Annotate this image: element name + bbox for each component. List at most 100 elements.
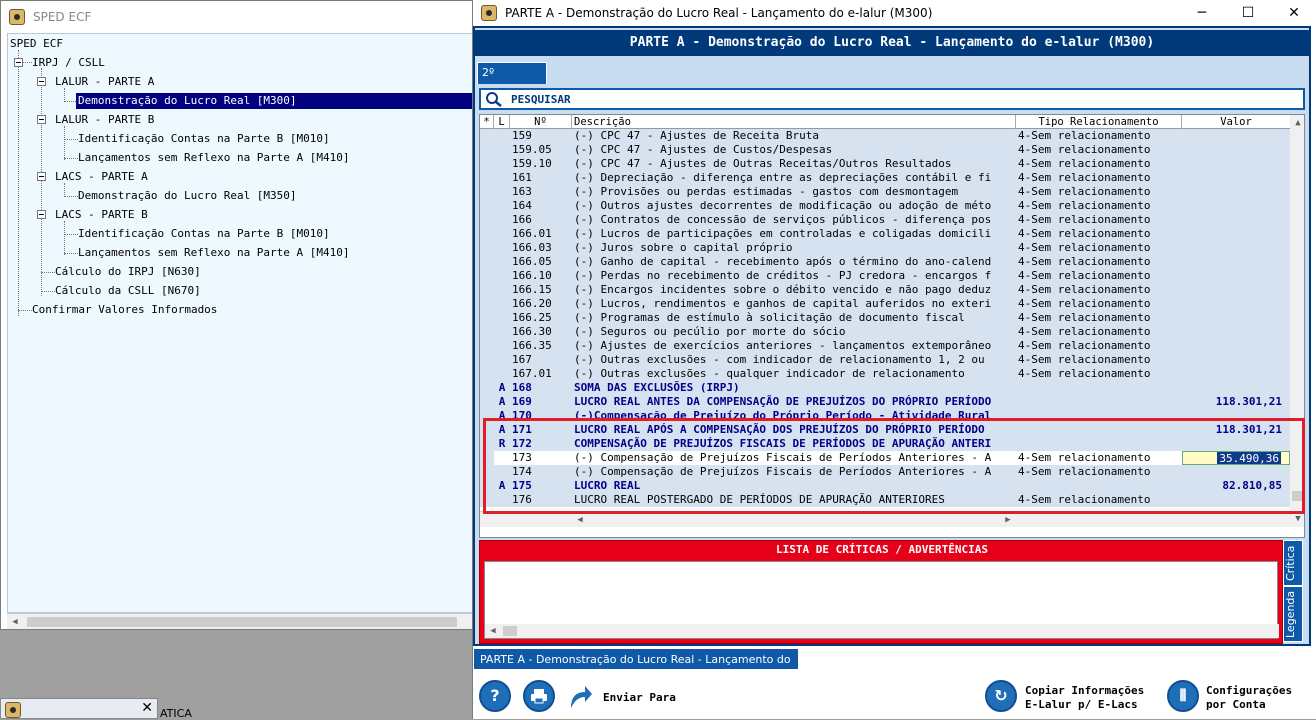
- cell-valor[interactable]: 118.301,21: [1182, 395, 1290, 409]
- tree-item-m010-lacs[interactable]: Identificação Contas na Parte B [M010]: [76, 226, 332, 242]
- row-indicator[interactable]: [480, 241, 494, 255]
- table-row[interactable]: 161 (-) Depreciação - diferença entre as …: [480, 171, 1290, 185]
- cell-valor[interactable]: [1182, 283, 1290, 297]
- table-row[interactable]: 163 (-) Provisões ou perdas estimadas - g…: [480, 185, 1290, 199]
- row-indicator[interactable]: [480, 199, 494, 213]
- table-row[interactable]: 166.10 (-) Perdas no recebimento de crédi…: [480, 269, 1290, 283]
- cell-valor[interactable]: [1182, 339, 1290, 353]
- row-indicator[interactable]: [480, 409, 494, 423]
- cell-valor[interactable]: [1182, 381, 1290, 395]
- row-indicator[interactable]: [480, 325, 494, 339]
- tree-item-m300[interactable]: Demonstração do Lucro Real [M300]: [76, 93, 472, 109]
- grid-vertical-scrollbar[interactable]: ▲ ▼: [1290, 115, 1304, 527]
- valor-input[interactable]: 35.490,36: [1217, 452, 1281, 464]
- table-row[interactable]: A 170 (-)Compensação de Prejuízo do Própri…: [480, 409, 1290, 423]
- cell-valor[interactable]: [1182, 297, 1290, 311]
- row-indicator[interactable]: [480, 479, 494, 493]
- column-header-tipo[interactable]: Tipo Relacionamento: [1016, 115, 1182, 129]
- row-indicator[interactable]: [480, 353, 494, 367]
- tree-item-lalur-parte-a[interactable]: LALUR - PARTE A: [53, 74, 156, 90]
- copiar-informacoes-label[interactable]: Copiar Informações E-Lalur p/ E-Lacs: [1025, 684, 1144, 712]
- table-row[interactable]: A 175 LUCRO REAL 82.810,85: [480, 479, 1290, 493]
- tree-item-n670[interactable]: Cálculo da CSLL [N670]: [53, 283, 203, 299]
- maximize-icon[interactable]: ☐: [1225, 0, 1271, 26]
- row-indicator[interactable]: [480, 311, 494, 325]
- help-icon[interactable]: ?: [479, 680, 511, 712]
- row-indicator[interactable]: [480, 381, 494, 395]
- table-row[interactable]: 166.05 (-) Ganho de capital - recebimento…: [480, 255, 1290, 269]
- settings-icon[interactable]: ⫴: [1167, 680, 1199, 712]
- row-indicator[interactable]: [480, 129, 494, 143]
- cell-valor[interactable]: [1182, 129, 1290, 143]
- table-row[interactable]: 167.01 (-) Outras exclusões - qualquer in…: [480, 367, 1290, 381]
- row-indicator[interactable]: [480, 269, 494, 283]
- row-indicator[interactable]: [480, 339, 494, 353]
- scroll-thumb[interactable]: [1292, 491, 1302, 501]
- cell-valor[interactable]: [1182, 353, 1290, 367]
- cell-valor[interactable]: [1182, 255, 1290, 269]
- scroll-left-icon[interactable]: ◀: [572, 512, 588, 528]
- table-row[interactable]: 166.25 (-) Programas de estímulo à solici…: [480, 311, 1290, 325]
- tree-item-lacs-parte-a[interactable]: LACS - PARTE A: [53, 169, 150, 185]
- scroll-thumb[interactable]: [503, 626, 517, 636]
- scroll-up-icon[interactable]: ▲: [1290, 115, 1304, 131]
- table-row[interactable]: 166.03 (-) Juros sobre o capital próprio 4…: [480, 241, 1290, 255]
- table-row[interactable]: 159.05 (-) CPC 47 - Ajustes de Custos/Des…: [480, 143, 1290, 157]
- tree-item-sped-ecf[interactable]: SPED ECF: [8, 36, 65, 52]
- tree-item-m350[interactable]: Demonstração do Lucro Real [M350]: [76, 188, 299, 204]
- scroll-left-icon[interactable]: ◀: [7, 614, 23, 630]
- table-row[interactable]: 164 (-) Outros ajustes decorrentes de mod…: [480, 199, 1290, 213]
- table-row[interactable]: 166.35 (-) Ajustes de exercícios anterior…: [480, 339, 1290, 353]
- table-row[interactable]: 173 (-) Compensação de Prejuízos Fiscais …: [480, 451, 1290, 465]
- cell-valor[interactable]: [1182, 199, 1290, 213]
- cell-valor[interactable]: [1182, 325, 1290, 339]
- tree-item-n630[interactable]: Cálculo do IRPJ [N630]: [53, 264, 203, 280]
- close-icon[interactable]: ✕: [1271, 0, 1316, 26]
- row-indicator[interactable]: [480, 227, 494, 241]
- row-indicator[interactable]: [480, 423, 494, 437]
- grid-horizontal-scrollbar[interactable]: ◀ ▶: [480, 511, 1290, 527]
- cell-valor[interactable]: [1182, 157, 1290, 171]
- column-header-descricao[interactable]: Descrição: [572, 115, 1016, 129]
- cell-valor[interactable]: [1182, 213, 1290, 227]
- row-indicator[interactable]: [480, 395, 494, 409]
- cell-valor[interactable]: [1182, 367, 1290, 381]
- tree-item-m010-lalur[interactable]: Identificação Contas na Parte B [M010]: [76, 131, 332, 147]
- row-indicator[interactable]: [480, 143, 494, 157]
- row-indicator[interactable]: [480, 171, 494, 185]
- tree-item-irpj-csll[interactable]: IRPJ / CSLL: [30, 55, 107, 71]
- scroll-left-icon[interactable]: ◀: [485, 623, 501, 639]
- column-header-star[interactable]: *: [480, 115, 494, 129]
- table-row[interactable]: 167 (-) Outras exclusões - com indicador …: [480, 353, 1290, 367]
- tab-legenda[interactable]: Legenda: [1283, 586, 1303, 642]
- tree-collapse-icon[interactable]: [37, 77, 46, 86]
- cell-valor[interactable]: [1182, 437, 1290, 451]
- cell-valor[interactable]: [1182, 409, 1290, 423]
- cell-valor[interactable]: [1182, 241, 1290, 255]
- scroll-thumb[interactable]: [27, 617, 457, 627]
- minimize-icon[interactable]: ─: [1179, 0, 1225, 26]
- row-indicator[interactable]: [480, 255, 494, 269]
- tab-critica[interactable]: Crítica: [1283, 540, 1303, 586]
- tab-2-trimestre[interactable]: 2º Trimestre: [477, 62, 547, 99]
- criticas-list[interactable]: ◀: [484, 561, 1279, 639]
- cell-valor[interactable]: 35.490,36: [1182, 451, 1290, 465]
- scroll-right-icon[interactable]: ▶: [1000, 512, 1016, 528]
- table-row[interactable]: 176 LUCRO REAL POSTERGADO DE PERÍODOS DE …: [480, 493, 1290, 507]
- row-indicator[interactable]: [480, 213, 494, 227]
- row-indicator[interactable]: [480, 451, 494, 465]
- cell-valor[interactable]: [1182, 227, 1290, 241]
- tree-item-lacs-parte-b[interactable]: LACS - PARTE B: [53, 207, 150, 223]
- cell-valor[interactable]: [1182, 465, 1290, 479]
- cell-valor[interactable]: [1182, 493, 1290, 507]
- criticas-horizontal-scrollbar[interactable]: ◀: [485, 624, 1279, 638]
- print-icon[interactable]: [523, 680, 555, 712]
- minimized-window[interactable]: ✕: [0, 698, 158, 719]
- cell-valor[interactable]: [1182, 311, 1290, 325]
- cell-valor[interactable]: 82.810,85: [1182, 479, 1290, 493]
- tree-collapse-icon[interactable]: [37, 210, 46, 219]
- row-indicator[interactable]: [480, 185, 494, 199]
- cell-valor[interactable]: [1182, 269, 1290, 283]
- table-row[interactable]: A 168 SOMA DAS EXCLUSÕES (IRPJ): [480, 381, 1290, 395]
- column-header-valor[interactable]: Valor: [1182, 115, 1290, 129]
